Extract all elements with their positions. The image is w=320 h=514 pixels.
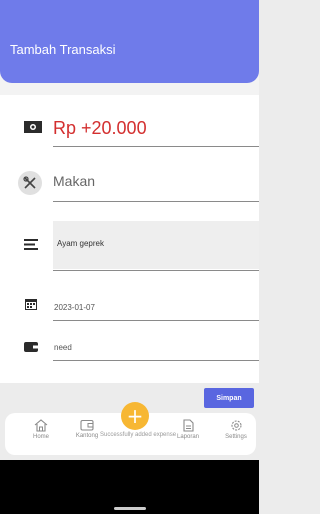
app-bar: Tambah Transaksi <box>0 0 259 95</box>
calendar-icon <box>25 299 37 310</box>
amount-underline <box>53 146 259 147</box>
wallet-icon <box>80 419 94 431</box>
note-underline <box>53 270 259 271</box>
money-icon <box>24 121 42 133</box>
save-button[interactable]: Simpan <box>204 388 254 408</box>
wallet-field[interactable]: need <box>54 343 72 352</box>
gear-icon <box>230 420 242 431</box>
nav-label-home: Home <box>32 434 49 440</box>
note-text: Ayam geprek <box>57 239 104 248</box>
system-nav-bar <box>0 460 259 514</box>
home-gesture-bar[interactable] <box>114 507 146 510</box>
nav-item-settings[interactable]: Settings <box>216 419 256 440</box>
category-field[interactable]: Makan <box>53 173 95 189</box>
page-title: Tambah Transaksi <box>10 42 116 57</box>
utensils-icon <box>18 171 42 195</box>
category-underline <box>53 201 259 202</box>
home-icon <box>34 419 48 432</box>
nav-item-home[interactable]: Home <box>21 419 61 440</box>
nav-label-settings: Settings <box>225 434 247 440</box>
date-underline <box>53 320 259 321</box>
amount-field[interactable]: Rp +20.000 <box>53 118 147 139</box>
report-icon <box>183 419 194 432</box>
wallet-icon <box>24 342 38 352</box>
toast-message: Successfully added expense <box>100 432 177 438</box>
note-field[interactable]: Ayam geprek <box>53 221 259 269</box>
notes-icon <box>24 239 38 250</box>
app-bar-background: Tambah Transaksi <box>0 0 259 83</box>
wallet-underline <box>53 360 259 361</box>
add-transaction-button[interactable]: + <box>121 402 149 430</box>
date-field[interactable]: 2023-01-07 <box>54 303 95 312</box>
